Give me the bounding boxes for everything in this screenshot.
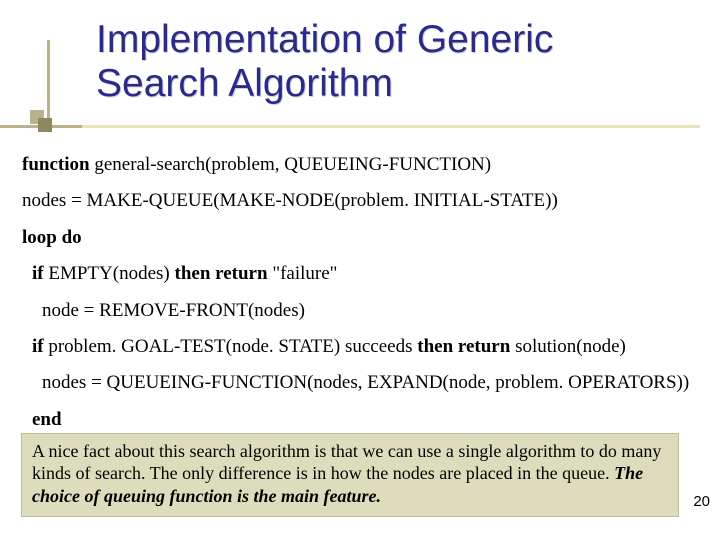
title-line-1: Implementation of Generic [96, 18, 553, 61]
note-box: A nice fact about this search algorithm … [21, 433, 679, 518]
kw-then-return-2: then return [417, 336, 510, 357]
page-number: 20 [693, 493, 710, 510]
code-line-2: nodes = MAKE-QUEUE(MAKE-NODE(problem. IN… [22, 190, 704, 212]
kw-if: if [32, 263, 44, 284]
code-line-3: loop do [22, 227, 704, 249]
code-line-6: if problem. GOAL-TEST(node. STATE) succe… [22, 336, 704, 358]
slide-title: Implementation of Generic Search Algorit… [96, 18, 720, 105]
note-body: A nice fact about this search algorithm … [32, 441, 661, 484]
code-line-4: if EMPTY(nodes) then return "failure" [22, 263, 704, 285]
kw-end: end [32, 409, 62, 430]
title-line-2: Search Algorithm [96, 62, 393, 105]
code-line-5: node = REMOVE-FRONT(nodes) [22, 300, 704, 322]
kw-then-return: then return [175, 263, 268, 284]
kw-loop-do: loop do [22, 227, 82, 248]
code-line-8: end [22, 409, 704, 431]
pseudocode-block: function general-search(problem, QUEUEIN… [22, 154, 704, 431]
title-area: Implementation of Generic Search Algorit… [0, 0, 720, 140]
code-line-7: nodes = QUEUEING-FUNCTION(nodes, EXPAND(… [22, 372, 704, 394]
kw-if-2: if [32, 336, 44, 357]
kw-function: function [22, 154, 90, 175]
slide: Implementation of Generic Search Algorit… [0, 0, 720, 540]
code-line-1: function general-search(problem, QUEUEIN… [22, 154, 704, 176]
